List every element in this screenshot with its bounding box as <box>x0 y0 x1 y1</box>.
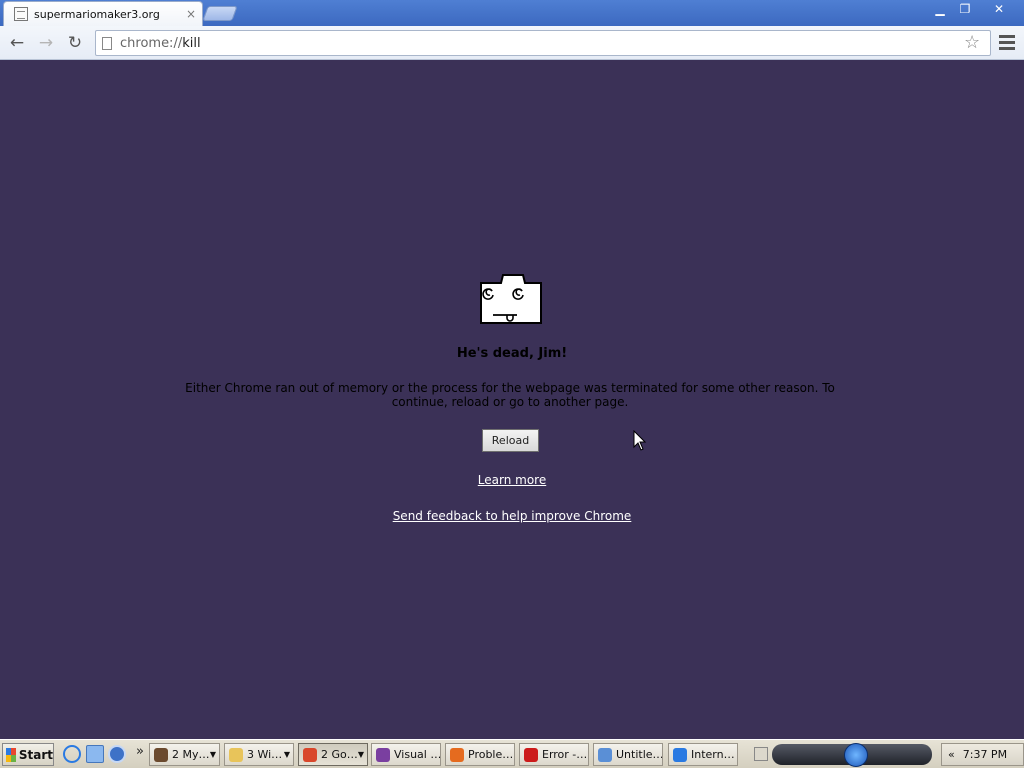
taskbar-button-label: Untitle… <box>616 748 663 761</box>
forward-button[interactable]: → <box>36 33 56 53</box>
send-feedback-link[interactable]: Send feedback to help improve Chrome <box>393 509 632 523</box>
back-button[interactable]: ← <box>7 33 27 53</box>
tab-active[interactable]: supermariomaker3.org × <box>3 1 203 26</box>
reload-button[interactable]: Reload <box>482 429 539 452</box>
internet-explorer-icon <box>673 747 687 762</box>
chrome-menu-icon[interactable] <box>999 35 1015 51</box>
start-button[interactable]: Start <box>2 743 54 766</box>
page-favicon-icon <box>14 7 28 21</box>
feedback-row: Send feedback to help improve Chrome <box>0 509 1024 523</box>
folder-icon <box>229 747 243 762</box>
mouse-pointer-icon <box>633 430 647 451</box>
error-heading: He's dead, Jim! <box>456 346 568 361</box>
window-restore-button[interactable]: ❐ <box>952 0 978 18</box>
notepad-icon <box>598 747 612 762</box>
taskbar-button-label: 3 Wi… <box>247 748 283 761</box>
url-scheme: chrome:// <box>120 35 183 51</box>
system-tray: « 7:37 PM <box>941 743 1024 766</box>
taskbar-button[interactable]: 2 Go… ▼ <box>298 743 368 766</box>
taskbar-button[interactable]: Proble… <box>445 743 515 766</box>
tab-close-icon[interactable]: × <box>186 7 196 21</box>
taskbar: Start » 2 My… ▼ 3 Wi… ▼ 2 Go… ▼ Visual … Proble… <box>0 739 1024 768</box>
tray-expand-icon[interactable]: « <box>948 748 955 761</box>
media-menu-icon[interactable] <box>754 747 768 761</box>
chrome-icon <box>303 747 317 762</box>
window-minimize-button[interactable]: ▁ <box>927 0 953 18</box>
taskbar-button-label: 2 My… <box>172 748 210 761</box>
quicklaunch-desktop-icon[interactable] <box>86 745 104 763</box>
taskbar-button[interactable]: Error -… <box>519 743 589 766</box>
title-bar: supermariomaker3.org × ▁ ❐ ✕ <box>0 0 1024 26</box>
url-text[interactable]: chrome://kill <box>120 36 201 51</box>
taskbar-button-label: Visual … <box>394 748 441 761</box>
tab-title: supermariomaker3.org <box>34 7 160 21</box>
media-player-toolbar[interactable] <box>754 743 940 767</box>
new-tab-button[interactable] <box>202 6 238 21</box>
opera-icon <box>524 747 538 762</box>
learn-more-link[interactable]: Learn more <box>478 473 546 487</box>
bookmark-star-icon[interactable]: ☆ <box>964 32 980 53</box>
start-label: Start <box>18 747 53 762</box>
windows-flag-icon <box>6 747 16 762</box>
address-bar[interactable]: chrome://kill <box>95 30 991 56</box>
taskbar-button[interactable]: Untitle… <box>593 743 663 766</box>
taskbar-button[interactable]: 3 Wi… ▼ <box>224 743 294 766</box>
dropdown-arrow-icon: ▼ <box>357 750 364 759</box>
quicklaunch-more-icon[interactable]: » <box>136 744 144 759</box>
taskbar-button-label: 2 Go… <box>321 748 358 761</box>
error-message: Either Chrome ran out of memory or the p… <box>185 381 835 409</box>
clock[interactable]: 7:37 PM <box>963 748 1007 761</box>
page-icon <box>102 36 112 50</box>
window-close-button[interactable]: ✕ <box>980 0 1018 18</box>
learn-more-row: Learn more <box>0 473 1024 487</box>
quicklaunch-ie-icon[interactable] <box>63 745 81 763</box>
taskbar-button-label: Intern… <box>691 748 735 761</box>
taskbar-button[interactable]: 2 My… ▼ <box>149 743 220 766</box>
taskbar-button[interactable]: Intern… <box>668 743 738 766</box>
taskbar-button-label: Error -… <box>542 748 588 761</box>
sad-tab-icon <box>480 274 542 324</box>
quicklaunch-media-player-icon[interactable] <box>108 745 126 763</box>
media-play-icon[interactable] <box>844 743 868 767</box>
taskbar-button-label: Proble… <box>468 748 514 761</box>
taskbar-button[interactable]: Visual … <box>371 743 441 766</box>
visual-studio-icon <box>376 747 390 762</box>
reload-toolbar-button[interactable]: ↻ <box>65 33 85 53</box>
dropdown-arrow-icon: ▼ <box>209 750 216 759</box>
firefox-icon <box>450 747 464 762</box>
url-host: kill <box>182 35 201 51</box>
explorer-icon <box>154 747 168 762</box>
browser-toolbar: ← → ↻ chrome://kill ☆ <box>0 26 1024 60</box>
dropdown-arrow-icon: ▼ <box>283 750 290 759</box>
